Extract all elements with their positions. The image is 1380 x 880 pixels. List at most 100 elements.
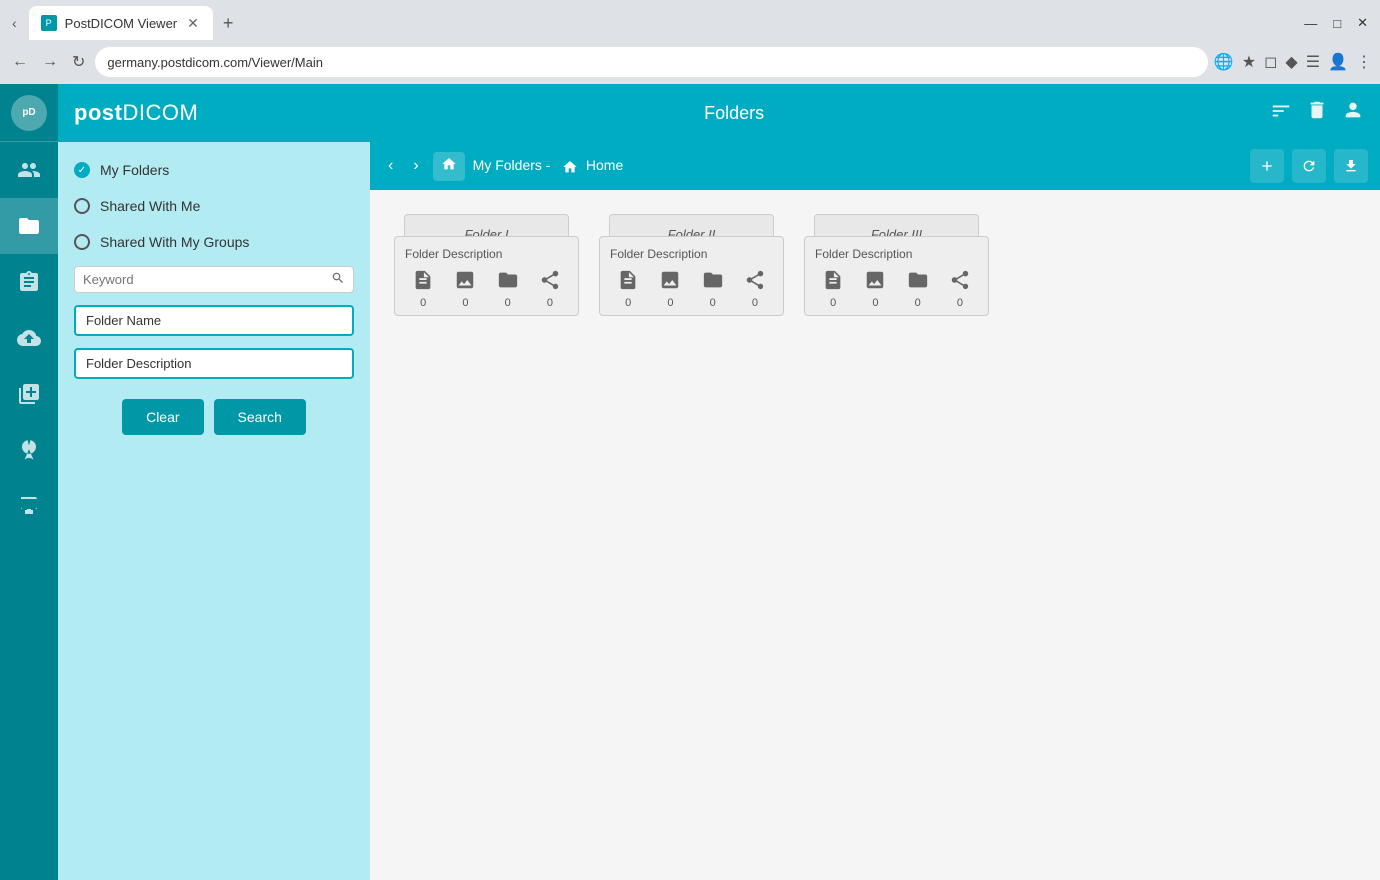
- new-tab-button[interactable]: +: [217, 11, 240, 36]
- stat-icon-images: [454, 269, 476, 295]
- stat-icon-report-3: [822, 269, 844, 295]
- forward-button[interactable]: →: [38, 49, 62, 75]
- rail-icon-upload[interactable]: [0, 310, 58, 366]
- header-actions: [1270, 99, 1364, 127]
- folder-stats-2: 0 0: [610, 269, 773, 309]
- folder-stat-2-1: 0: [659, 269, 681, 309]
- nav-item-shared-with-me[interactable]: Shared With Me: [74, 194, 354, 218]
- stat-icon-subfolder: [497, 269, 519, 295]
- folder-stat-2-2: 0: [702, 269, 724, 309]
- keyword-input[interactable]: [83, 272, 331, 287]
- sidebar-toggle-icon[interactable]: ☰: [1306, 52, 1320, 72]
- radio-shared-groups: [74, 234, 90, 250]
- action-buttons: Clear Search: [74, 399, 354, 435]
- folders-grid: Folder I Folder Description: [370, 190, 1380, 880]
- app-logo: postDICOM: [74, 100, 198, 126]
- bookmark-icon[interactable]: ★: [1242, 52, 1256, 72]
- tab-title: PostDICOM Viewer: [65, 16, 177, 31]
- filter-folder-description[interactable]: Folder Description: [74, 348, 354, 379]
- stat-num-2-2: 0: [710, 297, 716, 309]
- breadcrumb-bar: ‹ › My Folders - Home: [370, 142, 1380, 190]
- nav-item-shared-with-groups[interactable]: Shared With My Groups: [74, 230, 354, 254]
- rail-icon-folders[interactable]: [0, 198, 58, 254]
- folder-card-2[interactable]: Folder Description 0: [599, 236, 784, 316]
- stat-icon-share-2: [744, 269, 766, 295]
- close-button[interactable]: ✕: [1357, 15, 1368, 31]
- stat-icon-images-3: [864, 269, 886, 295]
- refresh-button[interactable]: [1292, 149, 1326, 183]
- rail-icon-analytics[interactable]: [0, 422, 58, 478]
- nav-label-shared-with-me: Shared With Me: [100, 198, 200, 214]
- breadcrumb-actions: [1250, 149, 1368, 183]
- stat-num-3-1: 0: [872, 297, 878, 309]
- delete-icon[interactable]: [1306, 99, 1328, 127]
- maximize-button[interactable]: □: [1333, 16, 1341, 31]
- folder-stat-1-1: 0: [454, 269, 476, 309]
- radio-shared-me: [74, 198, 90, 214]
- keyword-search-wrap: [74, 266, 354, 293]
- stat-icon-subfolder-3: [907, 269, 929, 295]
- stat-icon-share: [539, 269, 561, 295]
- stat-num-3-2: 0: [915, 297, 921, 309]
- translate-icon: 🌐: [1214, 52, 1234, 72]
- breadcrumb-back-button[interactable]: ‹: [382, 153, 399, 179]
- breadcrumb-home-icon: [433, 152, 465, 181]
- folder-description-3: Folder Description: [815, 247, 978, 261]
- browser-tab[interactable]: P PostDICOM Viewer ✕: [29, 6, 213, 40]
- stat-icon-report-2: [617, 269, 639, 295]
- add-folder-button[interactable]: [1250, 149, 1284, 183]
- folder-stats-1: 0 0: [405, 269, 568, 309]
- stat-icon-share-3: [949, 269, 971, 295]
- stat-icon-images-2: [659, 269, 681, 295]
- profile-icon[interactable]: 👤: [1328, 52, 1348, 72]
- folder-stat-3-0: 0: [822, 269, 844, 309]
- folder-stat-1-2: 0: [497, 269, 519, 309]
- stat-num-3-3: 0: [957, 297, 963, 309]
- folder-card-3[interactable]: Folder Description 0: [804, 236, 989, 316]
- folder-stat-3-3: 0: [949, 269, 971, 309]
- breadcrumb-forward-button[interactable]: ›: [407, 153, 424, 179]
- minimize-button[interactable]: —: [1304, 16, 1317, 31]
- keyword-search-icon: [331, 271, 345, 288]
- folder-card-wrapper-2: Folder II Folder Description: [599, 236, 784, 316]
- extensions-icon[interactable]: ◆: [1285, 52, 1297, 72]
- folder-card-wrapper-3: Folder III Folder Description: [804, 236, 989, 316]
- search-button[interactable]: Search: [214, 399, 306, 435]
- nav-item-my-folders[interactable]: My Folders: [74, 158, 354, 182]
- rail-icon-worklist[interactable]: [0, 366, 58, 422]
- folder-card-1[interactable]: Folder Description 0: [394, 236, 579, 316]
- back-button[interactable]: ←: [8, 49, 32, 75]
- reload-button[interactable]: ↻: [68, 48, 89, 76]
- folder-stats-3: 0 0: [815, 269, 978, 309]
- stat-icon-subfolder-2: [702, 269, 724, 295]
- rail-icon-assignments[interactable]: [0, 254, 58, 310]
- tab-close-button[interactable]: ✕: [185, 15, 201, 32]
- stat-num-2-0: 0: [625, 297, 631, 309]
- sort-icon[interactable]: [1270, 100, 1292, 127]
- folder-stat-2-3: 0: [744, 269, 766, 309]
- rail-icon-patients[interactable]: [0, 142, 58, 198]
- rail-icon-display[interactable]: [0, 478, 58, 534]
- nav-label-shared-with-groups: Shared With My Groups: [100, 234, 249, 250]
- folder-card-wrapper-1: Folder I Folder Description: [394, 236, 579, 316]
- folder-stat-1-0: 0: [412, 269, 434, 309]
- stat-num-1-2: 0: [505, 297, 511, 309]
- filter-folder-name[interactable]: Folder Name: [74, 305, 354, 336]
- sidebar: My Folders Shared With Me Shared With My…: [58, 142, 370, 880]
- radio-my-folders: [74, 162, 90, 178]
- logo-post: post: [74, 100, 122, 125]
- stat-num-2-3: 0: [752, 297, 758, 309]
- stat-num-2-1: 0: [667, 297, 673, 309]
- breadcrumb-path: My Folders - Home: [473, 157, 624, 174]
- stat-num-3-0: 0: [830, 297, 836, 309]
- tab-back-button[interactable]: ‹: [8, 13, 21, 33]
- menu-icon[interactable]: ⋮: [1356, 52, 1372, 72]
- user-profile-icon[interactable]: [1342, 99, 1364, 127]
- folder-stat-3-1: 0: [864, 269, 886, 309]
- export-button[interactable]: [1334, 149, 1368, 183]
- address-bar-input[interactable]: germany.postdicom.com/Viewer/Main: [95, 47, 1207, 77]
- folder-stat-1-3: 0: [539, 269, 561, 309]
- clear-button[interactable]: Clear: [122, 399, 203, 435]
- icon-rail: pD: [0, 84, 58, 880]
- tab-search-icon[interactable]: ◻: [1264, 52, 1277, 72]
